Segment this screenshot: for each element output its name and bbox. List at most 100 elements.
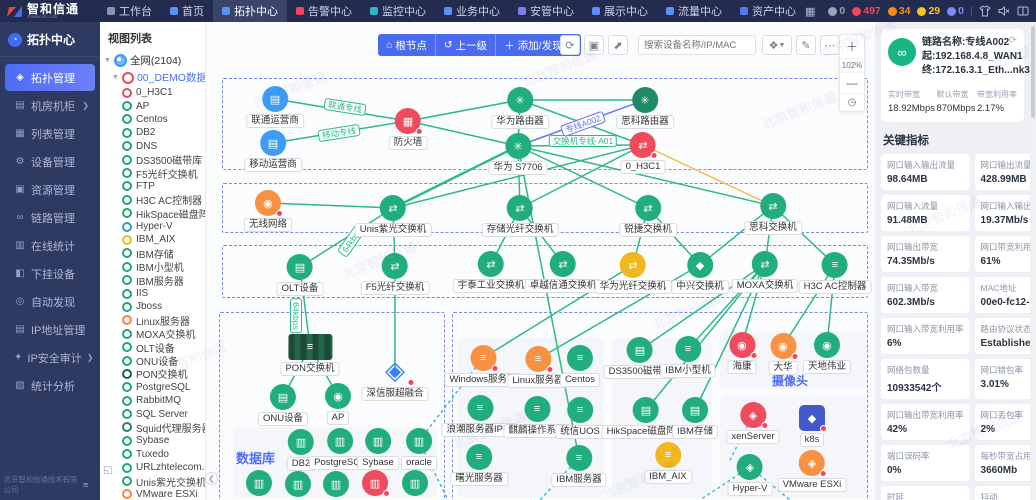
view-list-item-ONU设备[interactable]: ONU设备	[122, 354, 205, 367]
view-list-item-IBM_AIX[interactable]: IBM_AIX	[122, 233, 205, 246]
node-华为光纤交换机[interactable]: ⇄华为光纤交换机	[595, 252, 672, 294]
node-MOXA交换机[interactable]: ⇄MOXA交换机	[732, 251, 798, 293]
node-曙光服务器[interactable]: ≡曙光服务器	[450, 444, 508, 486]
view-list-item-DB2[interactable]: DB2	[122, 126, 205, 139]
vertical-scrollbar[interactable]	[1030, 22, 1036, 500]
layout-mode-button[interactable]: ❖ ▼	[762, 35, 792, 55]
refresh-button[interactable]: ⟳	[560, 35, 580, 55]
tree-root-item[interactable]: ▼ 全网(2104)	[100, 52, 205, 69]
view-list-item-Linux服务器[interactable]: Linux服务器	[122, 314, 205, 327]
sidebar-item-设备管理[interactable]: ⚙设备管理	[5, 148, 95, 175]
node-大华[interactable]: ◉大华	[768, 333, 797, 375]
view-list-item-URLzhtelecom.com[interactable]: URLzhtelecom.com	[122, 461, 205, 474]
node-Hyper-V[interactable]: ◈Hyper-V	[728, 454, 773, 496]
edge-label[interactable]: 交换机专线-A01	[549, 135, 617, 147]
node-中兴交换机[interactable]: ◆中兴交换机	[671, 252, 729, 294]
topology-graph[interactable]: 数据库摄像头联通专线移动专线交换机专线-A01专线A00264kbps64kbp…	[206, 22, 875, 500]
node-PON交换机[interactable]: ≡PON交换机	[280, 334, 339, 376]
node-统信UOS[interactable]: ≡统信UOS	[555, 397, 605, 439]
nav-menu-8[interactable]: 展示中心	[583, 0, 657, 22]
view-list-item-Hyper-V[interactable]: Hyper-V	[122, 220, 205, 233]
alarm-count-1[interactable]: 0	[828, 5, 845, 17]
view-list-item-DS3500磁带库[interactable]: DS3500磁带库	[122, 153, 205, 166]
view-list-item-F5光纤交换机[interactable]: F5光纤交换机	[122, 166, 205, 179]
edge-label[interactable]: 64kbps	[290, 298, 302, 333]
scrollbar-thumb[interactable]	[1031, 26, 1035, 118]
export-button[interactable]: ⬈	[608, 35, 628, 55]
sidebar-item-IP地址管理[interactable]: ▤IP地址管理	[5, 316, 95, 343]
node-IBM存储[interactable]: ▤IBM存储	[672, 397, 718, 439]
node-VMware ESXi[interactable]: ◈VMware ESXi	[778, 450, 847, 492]
refresh-icon[interactable]: ⟳	[1009, 35, 1017, 46]
view-list-item-Unis紫光交换机[interactable]: Unis紫光交换机	[122, 474, 205, 487]
node-卓越信通交换机[interactable]: ⇄卓越信通交换机	[525, 251, 602, 293]
view-list-item-Squid代理服务器[interactable]: Squid代理服务器	[122, 421, 205, 434]
view-list-item-PON交换机[interactable]: PON交换机	[122, 367, 205, 380]
search-input[interactable]	[638, 35, 756, 55]
view-list-item-DNS[interactable]: DNS	[122, 140, 205, 153]
view-list-item-VMware ESXi[interactable]: VMware ESXi	[122, 488, 205, 500]
node-存储光纤交换机[interactable]: ⇄存储光纤交换机	[482, 195, 559, 237]
node-ONU设备[interactable]: ▤ONU设备	[258, 384, 308, 426]
node-IBM小型机[interactable]: ≡IBM小型机	[660, 336, 715, 378]
node-无线网络[interactable]: ◉无线网络	[244, 190, 292, 232]
node-防火墙[interactable]: ▦防火墙	[389, 108, 428, 150]
view-list-item-FTP[interactable]: FTP	[122, 180, 205, 193]
tree-selected-item[interactable]: ▼ 00_DEMO数据展示(13	[100, 69, 205, 86]
sidebar-item-统计分析[interactable]: ▨统计分析	[5, 372, 95, 399]
node-移动运营商[interactable]: ▤移动运营商	[244, 130, 302, 172]
nav-menu-10[interactable]: 资产中心	[731, 0, 805, 22]
alarm-count-5[interactable]: 0	[947, 5, 964, 17]
sidebar-item-机房机柜[interactable]: ▤机房机柜❯	[5, 92, 95, 119]
view-list-item-HikSpace磁盘阵列[interactable]: HikSpace磁盘阵列	[122, 207, 205, 220]
save-button[interactable]: ▣	[584, 35, 604, 55]
view-list-item-H3C AC控制器[interactable]: H3C AC控制器	[122, 193, 205, 206]
sidebar-collapse-icon[interactable]: ≡	[83, 480, 88, 490]
nav-menu-6[interactable]: 业务中心	[435, 0, 509, 22]
node-xenServer[interactable]: ◈xenServer	[726, 402, 779, 444]
view-list-item-IBM小型机[interactable]: IBM小型机	[122, 260, 205, 273]
node-华为 S7706[interactable]: ✳华为 S7706	[488, 133, 547, 175]
nav-menu-7[interactable]: 安管中心	[509, 0, 583, 22]
node-Sybase[interactable]: ▥Sybase	[357, 428, 399, 470]
panel-collapse-handle[interactable]: ❮	[205, 472, 218, 485]
sidebar-item-链路管理[interactable]: ∞链路管理	[5, 204, 95, 231]
node-华为路由器[interactable]: ✳华为路由器	[491, 87, 549, 129]
view-list-item-MOXA交换机[interactable]: MOXA交换机	[122, 327, 205, 340]
view-list-item-PostgreSQL[interactable]: PostgreSQL	[122, 381, 205, 394]
theme-skin-icon[interactable]	[979, 4, 991, 18]
sidebar-item-在线统计[interactable]: ▥在线统计	[5, 232, 95, 259]
history-clock-icon[interactable]: ◷	[840, 94, 864, 111]
node-F5光纤交换机[interactable]: ⇄F5光纤交换机	[361, 253, 430, 295]
node-OLT设备[interactable]: ▤OLT设备	[277, 254, 324, 296]
node-device[interactable]: ▥	[285, 471, 311, 497]
node-IBM_AIX[interactable]: ≡IBM_AIX	[644, 442, 692, 484]
view-list-item-SQL Server[interactable]: SQL Server	[122, 407, 205, 420]
node-Centos[interactable]: ≡Centos	[560, 345, 600, 387]
nav-menu-2[interactable]: 首页	[161, 0, 213, 22]
view-list-item-Jboss[interactable]: Jboss	[122, 300, 205, 313]
topology-canvas[interactable]: ⌂根节点 ↺上一级 ＋添加/发现▼ ⟳ ▣ ⬈ ❖ ▼ ✎ ⋯ 数据库摄像头联通…	[206, 22, 875, 500]
node-device[interactable]: ▥	[362, 470, 388, 496]
node-深信服超融合[interactable]: ◈深信服超融合	[361, 355, 428, 401]
more-button[interactable]: ⋯	[820, 35, 840, 55]
sidebar-item-资源管理[interactable]: ▣资源管理	[5, 176, 95, 203]
view-list-item-0_H3C1[interactable]: 0_H3C1	[122, 86, 205, 99]
fit-view-icon[interactable]: ◱	[103, 465, 112, 476]
node-IBM服务器[interactable]: ≡IBM服务器	[551, 445, 606, 487]
apps-grid-icon[interactable]: ▦	[805, 5, 815, 18]
nav-menu-4[interactable]: 告警中心	[287, 0, 361, 22]
view-list-item-AP[interactable]: AP	[122, 99, 205, 112]
nav-menu-3[interactable]: 拓扑中心	[213, 0, 287, 22]
alarm-count-4[interactable]: 29	[917, 5, 940, 17]
node-k8s[interactable]: ◆k8s	[799, 405, 825, 447]
edit-button[interactable]: ✎	[796, 35, 816, 55]
node-oracle[interactable]: ▥oracle	[401, 428, 437, 470]
sidebar-item-拓扑管理[interactable]: ◈拓扑管理	[5, 64, 95, 91]
node-联通运营商[interactable]: ▤联通运营商	[246, 86, 304, 128]
node-海康[interactable]: ◉海康	[727, 332, 756, 374]
up-level-button[interactable]: ↺上一级	[436, 34, 496, 56]
mute-speaker-icon[interactable]	[998, 4, 1010, 18]
layout-columns-icon[interactable]	[1017, 4, 1029, 18]
node-device[interactable]: ▥	[246, 470, 272, 496]
